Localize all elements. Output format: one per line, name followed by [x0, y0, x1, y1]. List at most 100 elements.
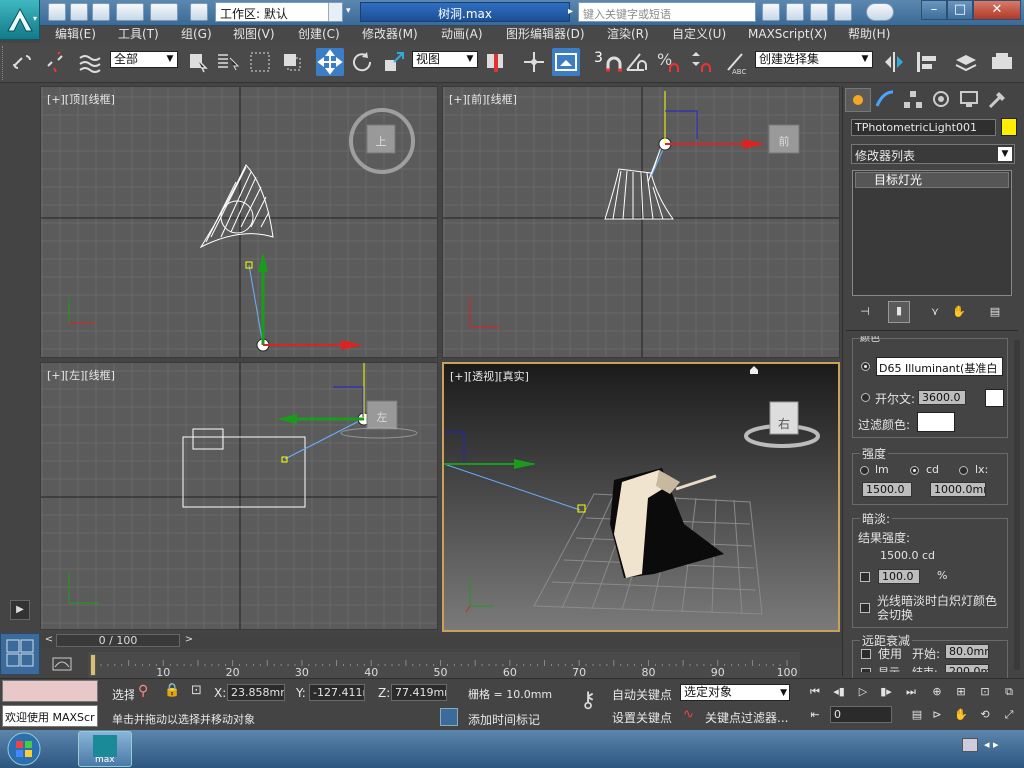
menu-item-11[interactable]: 帮助(H) [848, 27, 890, 41]
select-object-icon[interactable] [184, 48, 212, 76]
keyboard-shortcut-override-icon[interactable] [552, 48, 580, 76]
menu-item-9[interactable]: 自定义(U) [672, 27, 726, 41]
unit-lx-radio[interactable] [959, 466, 968, 475]
subscription-icon[interactable] [786, 3, 804, 21]
modify-tab-icon[interactable] [873, 88, 899, 112]
open-file-icon[interactable] [70, 3, 88, 21]
create-tab-icon[interactable] [845, 88, 871, 112]
menu-item-7[interactable]: 图形编辑器(D) [506, 27, 585, 41]
menu-item-4[interactable]: 创建(C) [298, 27, 340, 41]
play-icon[interactable]: ▷ [854, 683, 872, 701]
menu-item-10[interactable]: MAXScript(X) [748, 27, 827, 41]
named-selection-set-dropdown[interactable]: 创建选择集 ▼ [755, 51, 873, 68]
intensity-spinner[interactable]: 1500.0 [862, 482, 912, 497]
viewport-perspective-label[interactable]: [+][透视][真实] [450, 368, 529, 384]
pan-view-icon[interactable]: ✋ [952, 706, 970, 724]
kelvin-spinner[interactable]: 3600.0 [918, 390, 966, 405]
command-panel-scrollbar[interactable] [1014, 340, 1020, 670]
kelvin-radio[interactable] [861, 393, 870, 402]
help-icon[interactable] [866, 3, 894, 21]
add-time-tag-button[interactable]: 添加时间标记 [468, 711, 540, 728]
start-spinner[interactable]: 80.0mm [945, 644, 989, 659]
expand-search-icon[interactable]: ▸ [568, 6, 573, 17]
key-selection-dropdown[interactable]: 选定对象 ▼ [680, 684, 790, 701]
hierarchy-tab-icon[interactable] [901, 88, 927, 112]
object-color-swatch[interactable] [1001, 118, 1017, 136]
viewport-left[interactable]: 左 [+][左][线框] [40, 362, 438, 630]
spinner-snap-icon[interactable] [686, 48, 714, 76]
dimming-percent-checkbox[interactable] [860, 572, 870, 582]
distance-spinner[interactable]: 1000.0mr [930, 482, 986, 497]
viewport-top-label[interactable]: [+][顶][线框] [47, 91, 115, 107]
unlink-icon[interactable] [42, 48, 70, 76]
object-name-field[interactable]: TPhotometricLight001 [851, 119, 996, 136]
select-and-move-icon[interactable] [316, 48, 344, 76]
incandescent-checkbox[interactable] [860, 603, 870, 613]
viewport-layout-icon[interactable] [0, 633, 40, 675]
selection-filter-dropdown[interactable]: 全部 ▼ [110, 51, 178, 68]
mini-curve-editor-icon[interactable] [50, 652, 74, 676]
remove-modifier-icon[interactable]: ✋ [950, 303, 968, 321]
viewport-front[interactable]: 前 [+][前][线框] [442, 86, 840, 358]
isolate-selection-icon[interactable]: ⚲ [138, 683, 154, 701]
toolbar-grip[interactable] [2, 46, 5, 80]
key-filter-icon[interactable]: ∿ [683, 707, 701, 725]
link-icon[interactable] [8, 48, 36, 76]
workspace-dropdown[interactable]: 工作区: 默认 [215, 2, 343, 22]
show-end-result-icon[interactable]: ▮ [888, 301, 910, 323]
taskbar-3dsmax-button[interactable]: max [78, 731, 132, 767]
viewport-front-label[interactable]: [+][前][线框] [449, 91, 517, 107]
select-and-scale-icon[interactable] [380, 48, 408, 76]
key-mode-toggle-icon[interactable]: ⇤ [806, 706, 824, 724]
kelvin-color-swatch[interactable] [985, 389, 1004, 407]
manipulate-icon[interactable] [520, 48, 548, 76]
use-attenuation-checkbox[interactable] [861, 649, 871, 659]
rectangular-selection-icon[interactable] [246, 48, 274, 76]
filter-color-swatch[interactable] [917, 412, 955, 432]
end-spinner[interactable]: 200.0mm [945, 664, 989, 672]
time-slider-next-icon[interactable]: > [182, 634, 196, 647]
current-frame-field[interactable]: 0 [830, 706, 892, 723]
x-coordinate-field[interactable]: 23.858mm [227, 684, 285, 701]
keyboard-tray-icon[interactable] [962, 738, 978, 752]
configure-modifier-sets-icon[interactable]: ▤ [986, 303, 1004, 321]
project-folder-icon[interactable] [190, 3, 208, 21]
color-rollout-title[interactable]: 颜色 [860, 336, 880, 344]
communication-icon[interactable] [810, 3, 828, 21]
binoculars-icon[interactable] [762, 3, 780, 21]
viewport-perspective[interactable]: 右 [+][透视][真实] [442, 362, 840, 632]
app-menu-arrow-icon[interactable]: ▾ [33, 14, 39, 23]
current-frame-marker[interactable] [90, 654, 96, 676]
preset-color-dropdown[interactable]: D65 Illuminant(基准白 [876, 357, 1003, 376]
viewcube-left-face[interactable]: 左 [377, 411, 388, 424]
time-configuration-icon[interactable]: ▤ [908, 706, 926, 724]
zoom-extents-icon[interactable]: ⊡ [976, 683, 994, 701]
tray-arrows-icon[interactable]: ◂ ▸ [984, 738, 999, 751]
time-tag-icon[interactable] [440, 708, 458, 726]
modifier-stack-item[interactable]: 目标灯光 [855, 172, 1009, 188]
select-by-name-icon[interactable] [214, 48, 242, 76]
zoom-icon[interactable]: ⊕ [928, 683, 946, 701]
modifier-list-dropdown[interactable]: 修改器列表 ▼ [851, 144, 1015, 164]
redo-icon[interactable] [150, 3, 178, 21]
maxscript-mini-listener-top[interactable] [2, 680, 98, 702]
menu-item-5[interactable]: 修改器(M) [362, 27, 418, 41]
align-icon[interactable] [912, 48, 940, 76]
zoom-extents-all-icon[interactable]: ⧉ [1000, 683, 1018, 701]
orbit-icon[interactable]: ⟲ [976, 706, 994, 724]
percent-snap-icon[interactable]: % [654, 48, 682, 76]
minimize-button[interactable]: – [921, 0, 947, 20]
viewcube-home-icon[interactable] [750, 366, 758, 374]
time-slider-prev-icon[interactable]: < [42, 634, 56, 647]
dimming-percent-spinner[interactable]: 100.0 [878, 569, 920, 584]
set-key-icon[interactable]: ⚷ [570, 688, 606, 718]
favorites-star-icon[interactable] [834, 3, 852, 21]
maximize-viewport-icon[interactable]: ⤢ [1000, 706, 1018, 724]
key-filters-button[interactable]: 关键点过滤器... [705, 709, 788, 726]
new-file-icon[interactable] [48, 3, 66, 21]
intensity-rollout-title[interactable]: 强度 [860, 445, 889, 462]
auto-key-button[interactable]: 自动关键点 [612, 686, 672, 703]
preset-color-radio[interactable] [861, 362, 870, 371]
save-file-icon[interactable] [92, 3, 110, 21]
pivot-center-icon[interactable] [482, 48, 510, 76]
